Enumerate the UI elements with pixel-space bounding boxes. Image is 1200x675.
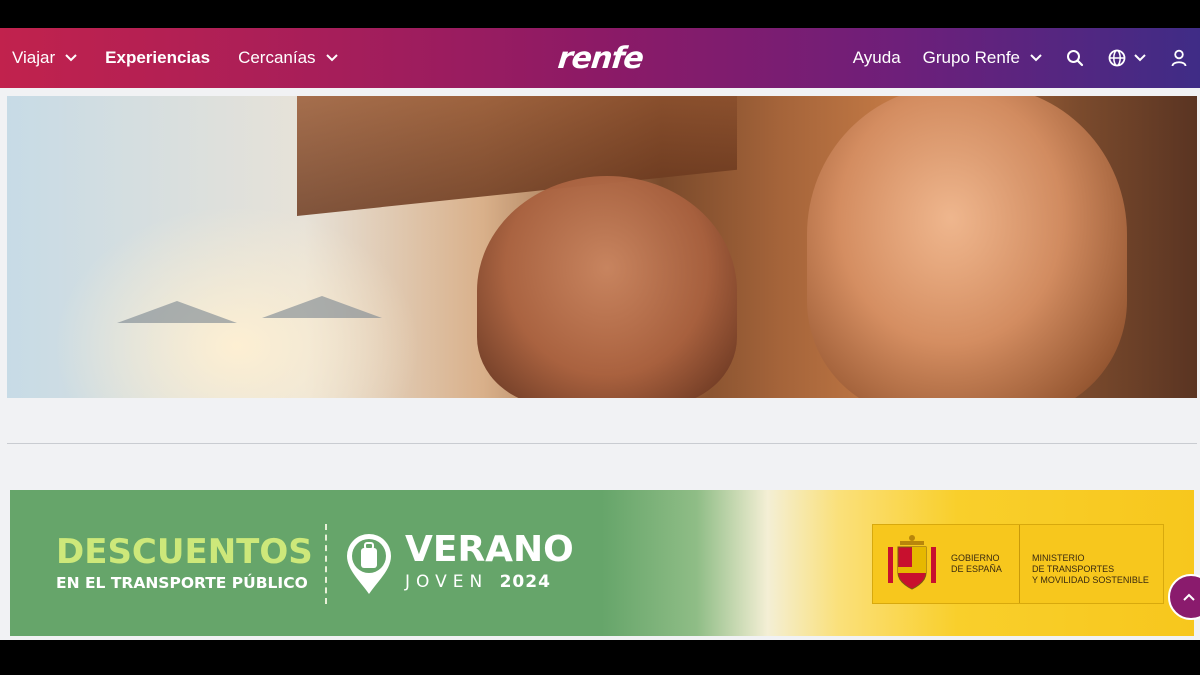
banner-subheadline: EN EL TRANSPORTE PÚBLICO: [56, 574, 308, 592]
user-icon: [1171, 49, 1187, 67]
globe-icon: [1108, 49, 1126, 67]
nav-label: Ayuda: [852, 48, 901, 67]
nav-item-ayuda[interactable]: Ayuda: [853, 48, 901, 68]
nav-item-experiencias[interactable]: Experiencias: [105, 48, 210, 68]
chevron-down-icon: [325, 54, 338, 62]
section-divider: [7, 443, 1197, 444]
ministry-text: MINISTERIO DE TRANSPORTES Y MOVILIDAD SO…: [1019, 525, 1163, 603]
banner-program-joven: JOVEN: [405, 572, 489, 592]
ministry-line: DE TRANSPORTES: [1032, 564, 1115, 574]
gov-line: DE ESPAÑA: [951, 564, 1002, 574]
search-button[interactable]: [1066, 49, 1084, 67]
nav-label: Viajar: [12, 48, 56, 67]
nav-item-viajar[interactable]: Viajar: [12, 48, 77, 68]
coat-of-arms-icon: [873, 525, 951, 603]
location-pin-icon: [343, 530, 395, 601]
account-button[interactable]: [1170, 49, 1188, 67]
ministry-line: Y MOVILIDAD SOSTENIBLE: [1032, 575, 1149, 585]
banner-program-sub: JOVEN 2024: [405, 572, 574, 592]
banner-discounts: DESCUENTOS EN EL TRANSPORTE PÚBLICO: [56, 532, 313, 592]
hero-umbrella: [262, 296, 382, 318]
chevron-down-icon: [65, 54, 77, 62]
gov-spain-text: GOBIERNO DE ESPAÑA: [951, 525, 1019, 603]
banner-program-year: 2024: [499, 572, 551, 592]
hero-person-left: [477, 176, 737, 398]
language-selector[interactable]: [1108, 49, 1146, 67]
chevron-up-icon: [1183, 593, 1195, 601]
gov-line: GOBIERNO: [951, 553, 1000, 563]
banner-program: VERANO JOVEN 2024: [405, 529, 574, 593]
hero-image: [7, 96, 1197, 398]
chevron-down-icon: [1030, 54, 1042, 62]
banner-separator: [325, 524, 327, 604]
banner-program-title: VERANO: [405, 529, 574, 570]
search-icon: [1067, 50, 1084, 67]
banner-headline: DESCUENTOS: [56, 532, 313, 572]
hero-umbrella: [117, 301, 237, 323]
hero-person-right: [807, 96, 1127, 398]
nav-label: Experiencias: [105, 48, 211, 67]
page-content: DESCUENTOS EN EL TRANSPORTE PÚBLICO VERA…: [0, 88, 1200, 640]
government-logo: GOBIERNO DE ESPAÑA MINISTERIO DE TRANSPO…: [872, 524, 1164, 604]
renfe-logo[interactable]: renfe: [556, 41, 645, 76]
nav-item-grupo-renfe[interactable]: Grupo Renfe: [923, 48, 1042, 68]
nav-label: Grupo Renfe: [922, 48, 1020, 67]
chevron-down-icon: [1134, 54, 1146, 62]
top-navigation: Viajar Experiencias Cercanías renfe Ayud…: [0, 28, 1200, 88]
nav-right-group: Ayuda Grupo Renfe: [831, 28, 1188, 88]
nav-label: Cercanías: [238, 48, 316, 67]
nav-item-cercanias[interactable]: Cercanías: [238, 48, 338, 68]
ministry-line: MINISTERIO: [1032, 553, 1085, 563]
nav-left-group: Viajar Experiencias Cercanías: [12, 28, 338, 88]
promo-banner[interactable]: DESCUENTOS EN EL TRANSPORTE PÚBLICO VERA…: [10, 490, 1194, 636]
